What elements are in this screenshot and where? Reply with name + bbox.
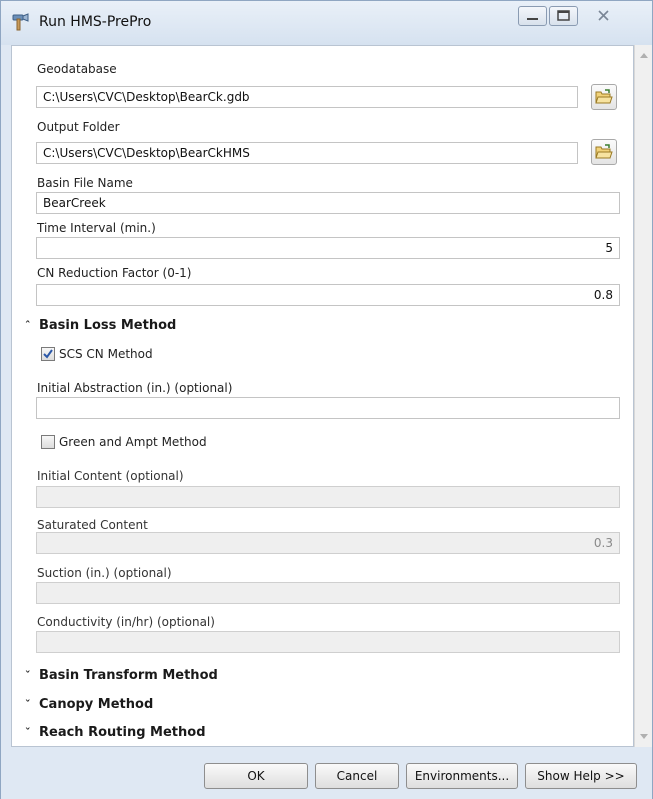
output-folder-input[interactable]: C:\Users\CVC\Desktop\BearCkHMS — [36, 142, 578, 164]
canopy-section-title: Canopy Method — [39, 697, 154, 712]
maximize-icon — [557, 10, 570, 21]
suction-label: Suction (in.) (optional) — [37, 566, 172, 580]
cn-reduction-label: CN Reduction Factor (0-1) — [37, 266, 192, 280]
scs-cn-checkbox[interactable] — [41, 347, 55, 361]
basin-transform-section-header[interactable]: ˇ Basin Transform Method — [25, 668, 218, 683]
parameters-panel: Geodatabase C:\Users\CVC\Desktop\BearCk.… — [11, 45, 634, 747]
expand-chevron-icon: ˇ — [25, 698, 31, 711]
title-bar[interactable]: Run HMS-PrePro — [1, 1, 652, 45]
cn-reduction-input[interactable]: 0.8 — [36, 284, 620, 306]
basin-loss-section-header[interactable]: ˆ Basin Loss Method — [25, 318, 176, 333]
basin-file-name-label: Basin File Name — [37, 176, 133, 190]
expand-chevron-icon: ˇ — [25, 669, 31, 682]
window-title: Run HMS-PrePro — [39, 14, 152, 30]
minimize-button[interactable] — [518, 6, 547, 26]
vertical-scrollbar[interactable] — [634, 45, 652, 747]
ok-button[interactable]: OK — [204, 763, 308, 789]
initial-content-input — [36, 486, 620, 508]
suction-input — [36, 582, 620, 604]
maximize-button[interactable] — [549, 6, 578, 26]
environments-button[interactable]: Environments... — [406, 763, 518, 789]
canopy-section-header[interactable]: ˇ Canopy Method — [25, 697, 153, 712]
basin-file-name-input[interactable]: BearCreek — [36, 192, 620, 214]
expand-chevron-icon: ˇ — [25, 726, 31, 739]
basin-transform-section-title: Basin Transform Method — [39, 668, 218, 683]
reach-routing-section-title: Reach Routing Method — [39, 725, 206, 740]
scroll-up-icon[interactable] — [640, 53, 648, 58]
cancel-button[interactable]: Cancel — [315, 763, 399, 789]
open-folder-icon — [595, 89, 613, 104]
geodatabase-label: Geodatabase — [37, 62, 117, 76]
tool-dialog-window: Run HMS-PrePro Geodatabase C:\Users\CVC\… — [0, 0, 653, 799]
checkmark-icon — [43, 349, 53, 359]
close-button[interactable] — [580, 6, 627, 26]
output-folder-browse-button[interactable] — [591, 139, 617, 165]
close-icon — [598, 10, 609, 21]
dialog-button-bar: OK Cancel Environments... Show Help >> — [1, 747, 652, 799]
saturated-content-label: Saturated Content — [37, 518, 148, 532]
initial-abstraction-label: Initial Abstraction (in.) (optional) — [37, 381, 233, 395]
conductivity-label: Conductivity (in/hr) (optional) — [37, 615, 215, 629]
geodatabase-browse-button[interactable] — [591, 84, 617, 110]
time-interval-input[interactable]: 5 — [36, 237, 620, 259]
geodatabase-input[interactable]: C:\Users\CVC\Desktop\BearCk.gdb — [36, 86, 578, 108]
reach-routing-section-header[interactable]: ˇ Reach Routing Method — [25, 725, 206, 740]
hammer-tool-icon — [12, 13, 29, 31]
green-ampt-label[interactable]: Green and Ampt Method — [59, 435, 207, 449]
collapse-chevron-icon: ˆ — [25, 319, 31, 332]
open-folder-icon — [595, 144, 613, 159]
basin-loss-section-title: Basin Loss Method — [39, 318, 177, 333]
initial-content-label: Initial Content (optional) — [37, 469, 184, 483]
minimize-icon — [527, 18, 538, 20]
show-help-button[interactable]: Show Help >> — [525, 763, 637, 789]
green-ampt-checkbox[interactable] — [41, 435, 55, 449]
output-folder-label: Output Folder — [37, 120, 120, 134]
saturated-content-input: 0.3 — [36, 532, 620, 554]
time-interval-label: Time Interval (min.) — [37, 221, 156, 235]
scs-cn-label[interactable]: SCS CN Method — [59, 347, 153, 361]
scroll-down-icon[interactable] — [640, 734, 648, 739]
initial-abstraction-input[interactable] — [36, 397, 620, 419]
conductivity-input — [36, 631, 620, 653]
